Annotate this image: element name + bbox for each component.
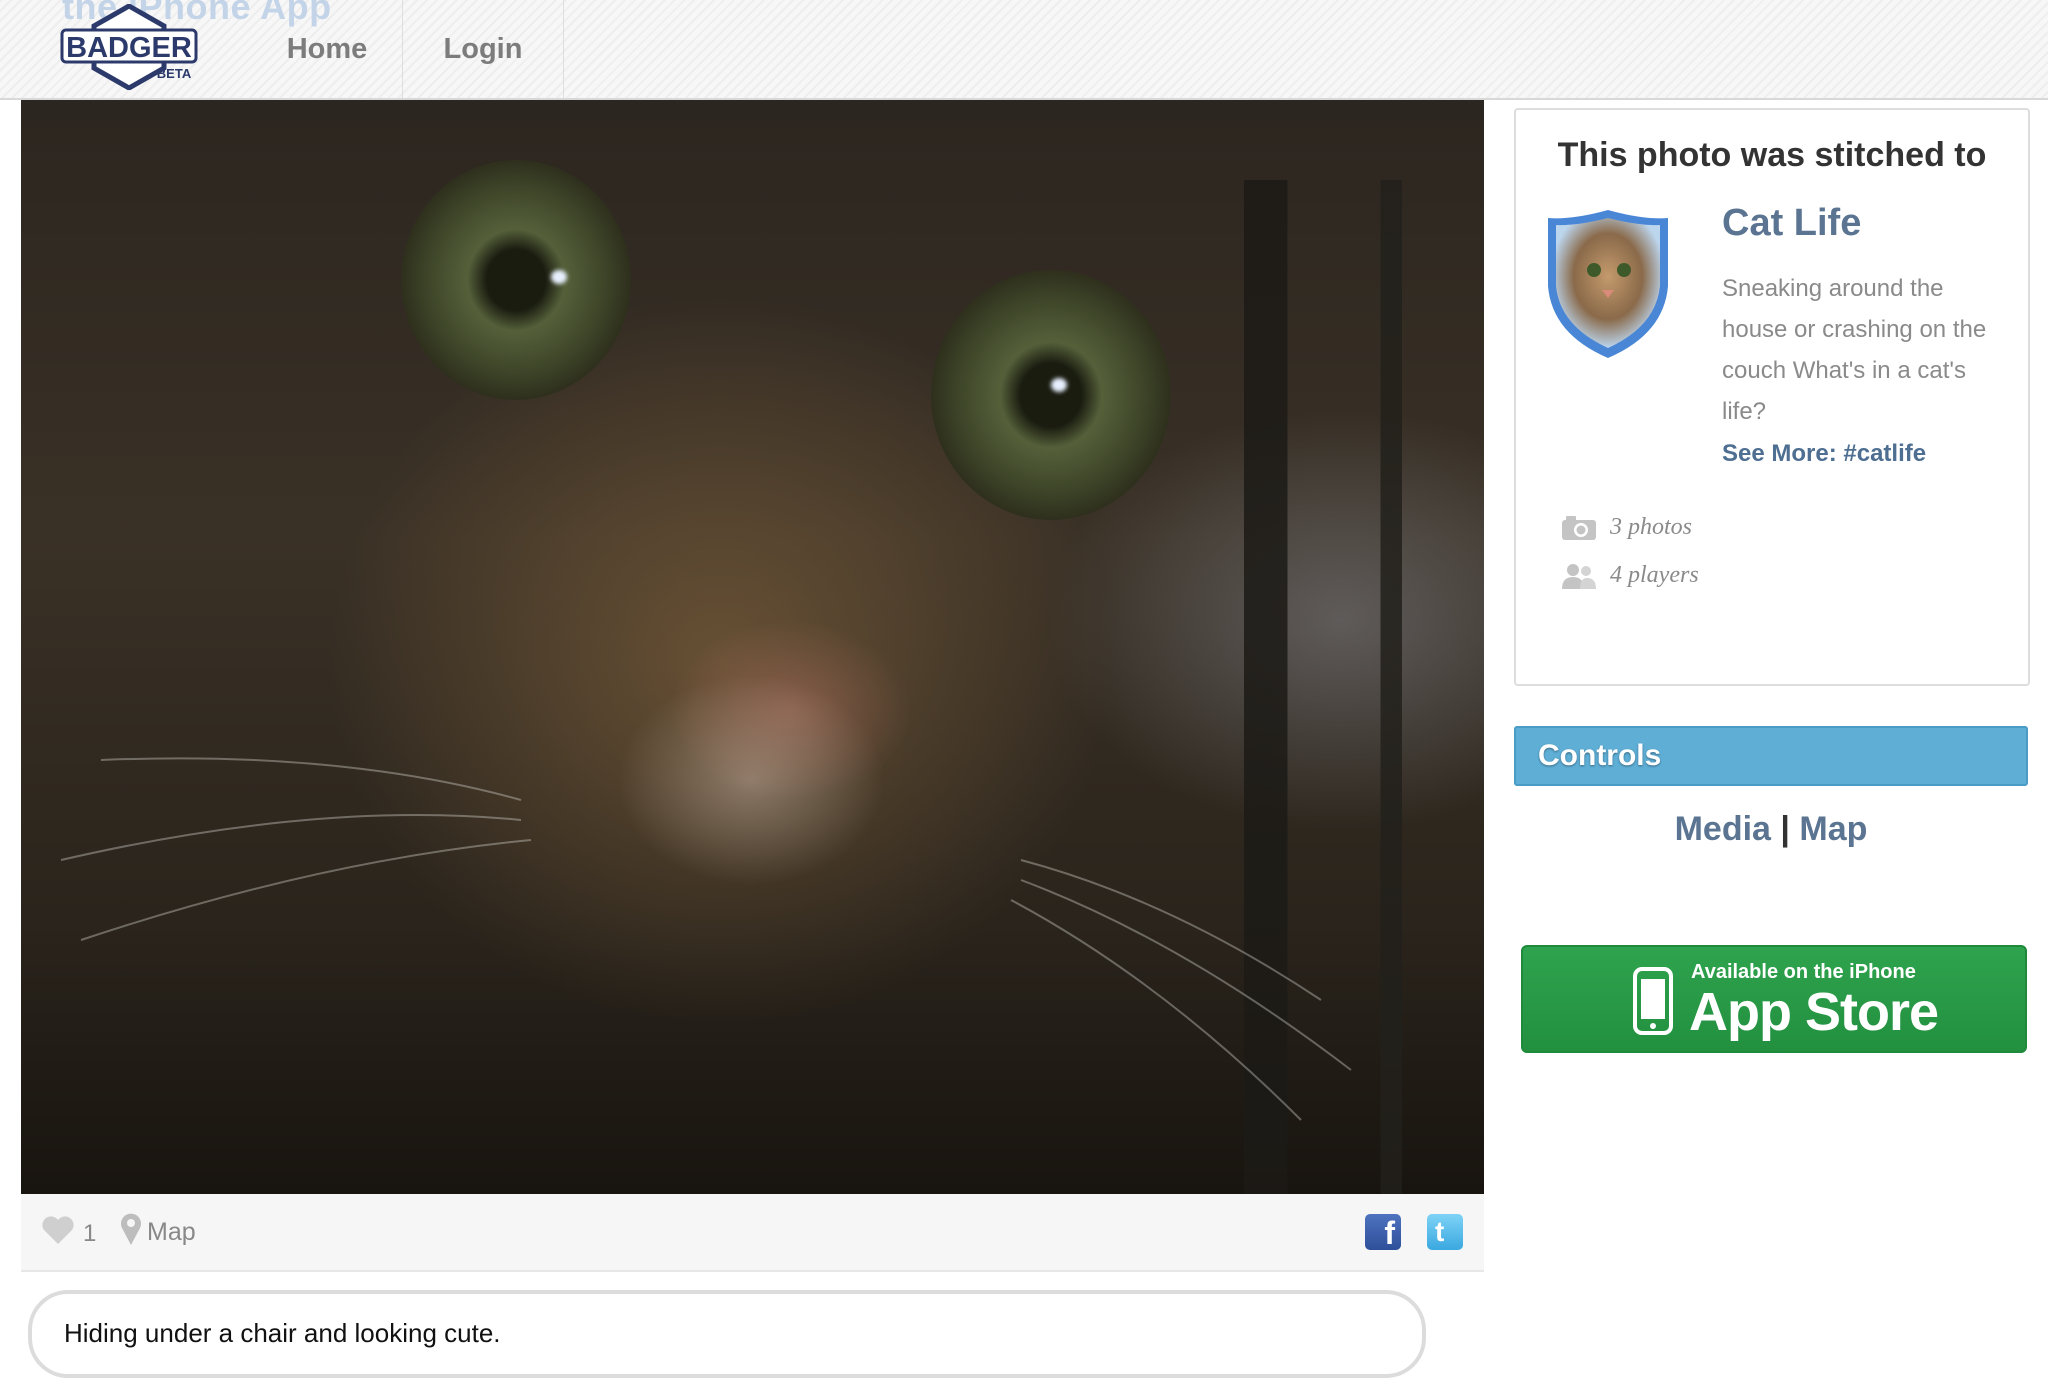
photos-count: 3 photos (1610, 514, 1693, 540)
stitched-panel: This photo was stitched to Cat Life Snea… (1514, 108, 2030, 686)
camera-icon (1562, 516, 1596, 540)
controls-title: Controls (1538, 739, 1662, 772)
controls-header: Controls (1514, 726, 2028, 786)
photo-caption: Hiding under a chair and looking cute. (64, 1318, 501, 1348)
stitched-title: This photo was stitched to (1557, 136, 1987, 174)
twitter-icon[interactable]: t (1427, 1214, 1463, 1250)
controls-links: Media | Map (1514, 810, 2028, 849)
photo-action-bar: 1 Map f t (21, 1194, 1484, 1272)
group-name-link[interactable]: Cat Life (1722, 202, 1861, 245)
app-store-big-text: App Store (1689, 982, 1939, 1042)
players-count: 4 players (1610, 562, 1699, 588)
see-more-link[interactable]: See More: #catlife (1722, 440, 1926, 468)
photo-caption-box: Hiding under a chair and looking cute. (28, 1290, 1426, 1378)
iphone-icon (1633, 967, 1673, 1035)
site-header: the iPhone App BADGER BETA Home Login (0, 0, 2048, 100)
group-badge-shield[interactable] (1544, 206, 1672, 362)
photo-whiskers (60, 757, 1352, 1121)
nav-home[interactable]: Home (252, 0, 402, 98)
heart-icon[interactable] (41, 1214, 75, 1246)
app-store-button[interactable]: Available on the iPhone App Store (1521, 945, 2027, 1053)
controls-separator: | (1780, 810, 1790, 848)
logo-beta: BETA (157, 66, 192, 81)
group-description: Sneaking around the house or crashing on… (1722, 275, 1987, 425)
map-pin-icon[interactable] (119, 1212, 143, 1246)
like-count: 1 (83, 1220, 97, 1247)
facebook-icon[interactable]: f (1365, 1214, 1401, 1251)
controls-media-link[interactable]: Media (1675, 810, 1771, 848)
photo-map-link[interactable]: Map (147, 1218, 196, 1247)
players-icon (1562, 564, 1596, 589)
controls-map-link[interactable]: Map (1799, 810, 1867, 848)
badger-logo[interactable]: BADGER BETA (58, 4, 200, 90)
cat-photo[interactable] (21, 100, 1484, 1194)
logo-text: BADGER (66, 32, 192, 64)
nav-login[interactable]: Login (402, 0, 564, 98)
